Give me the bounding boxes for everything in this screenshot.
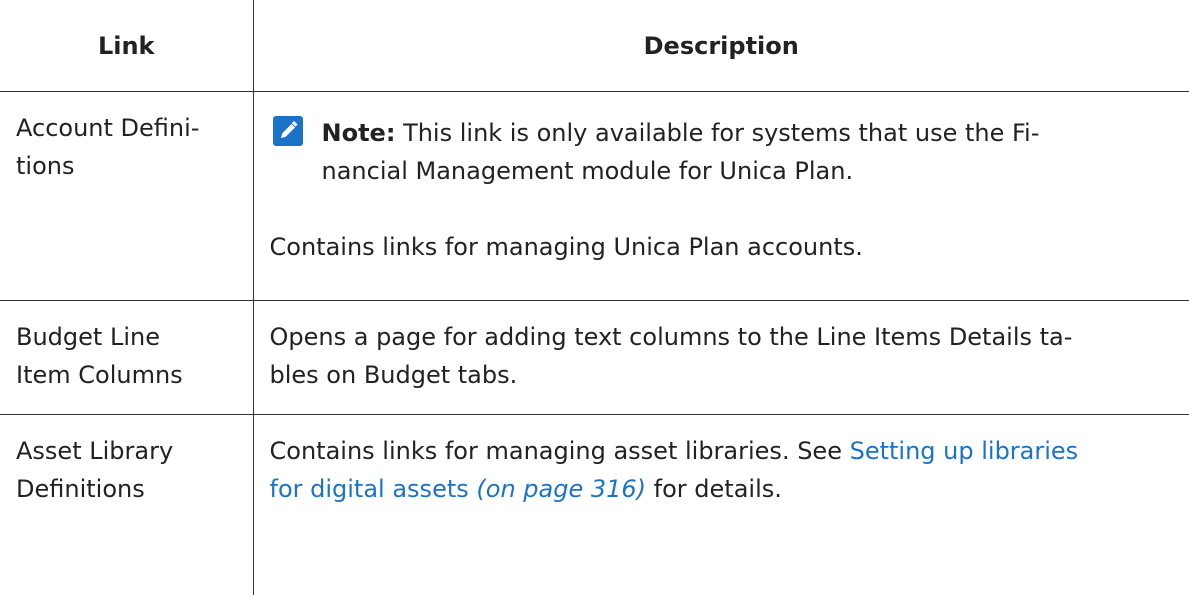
link-cell-budget-line-item-columns: Budget Line Item Columns <box>0 301 253 415</box>
description-cell-budget-line-item-columns: Opens a page for adding text columns to … <box>253 301 1189 415</box>
page-reference-link[interactable]: (on page 316) <box>476 475 646 503</box>
note-line: Note: This link is only available for sy… <box>322 114 1176 152</box>
link-name-line: tions <box>16 147 239 185</box>
admin-links-table: Link Description Account Defini- tions N… <box>0 0 1189 595</box>
note-text-line: This link is only available for systems … <box>403 119 1039 147</box>
digital-assets-link[interactable]: for digital assets <box>270 475 469 503</box>
description-cell-asset-library-definitions: Contains links for managing asset librar… <box>253 415 1189 595</box>
description-line: bles on Budget tabs. <box>270 356 1176 394</box>
link-name-line: Item Columns <box>16 356 239 394</box>
note-block: Note: This link is only available for sy… <box>270 114 1176 190</box>
link-cell-asset-library-definitions: Asset Library Definitions <box>0 415 253 595</box>
description-cell-account-definitions: Note: This link is only available for sy… <box>253 92 1189 301</box>
link-name-line: Asset Library <box>16 432 239 470</box>
header-link: Link <box>0 0 253 92</box>
table-header-row: Link Description <box>0 0 1189 92</box>
note-text-line: nancial Management module for Unica Plan… <box>322 152 1176 190</box>
link-name-line: Definitions <box>16 470 239 508</box>
link-name-line: Budget Line <box>16 318 239 356</box>
description-line: Opens a page for adding text columns to … <box>270 318 1176 356</box>
description-line: Contains links for managing asset librar… <box>270 432 1176 470</box>
link-cell-account-definitions: Account Defini- tions <box>0 92 253 301</box>
table-row: Budget Line Item Columns Opens a page fo… <box>0 301 1189 415</box>
header-description: Description <box>253 0 1189 92</box>
table-row: Account Defini- tions Note: This link is… <box>0 92 1189 301</box>
description-suffix: for details. <box>646 475 782 503</box>
link-name-line: Account Defini- <box>16 109 239 147</box>
setting-up-libraries-link[interactable]: Setting up libraries <box>850 437 1079 465</box>
note-label: Note: <box>322 119 396 147</box>
note-pencil-icon <box>273 116 303 146</box>
table-row: Asset Library Definitions Contains links… <box>0 415 1189 595</box>
description-line: for digital assets (on page 316) for det… <box>270 470 1176 508</box>
description-text: Contains links for managing Unica Plan a… <box>270 228 1176 266</box>
description-prefix: Contains links for managing asset librar… <box>270 437 850 465</box>
